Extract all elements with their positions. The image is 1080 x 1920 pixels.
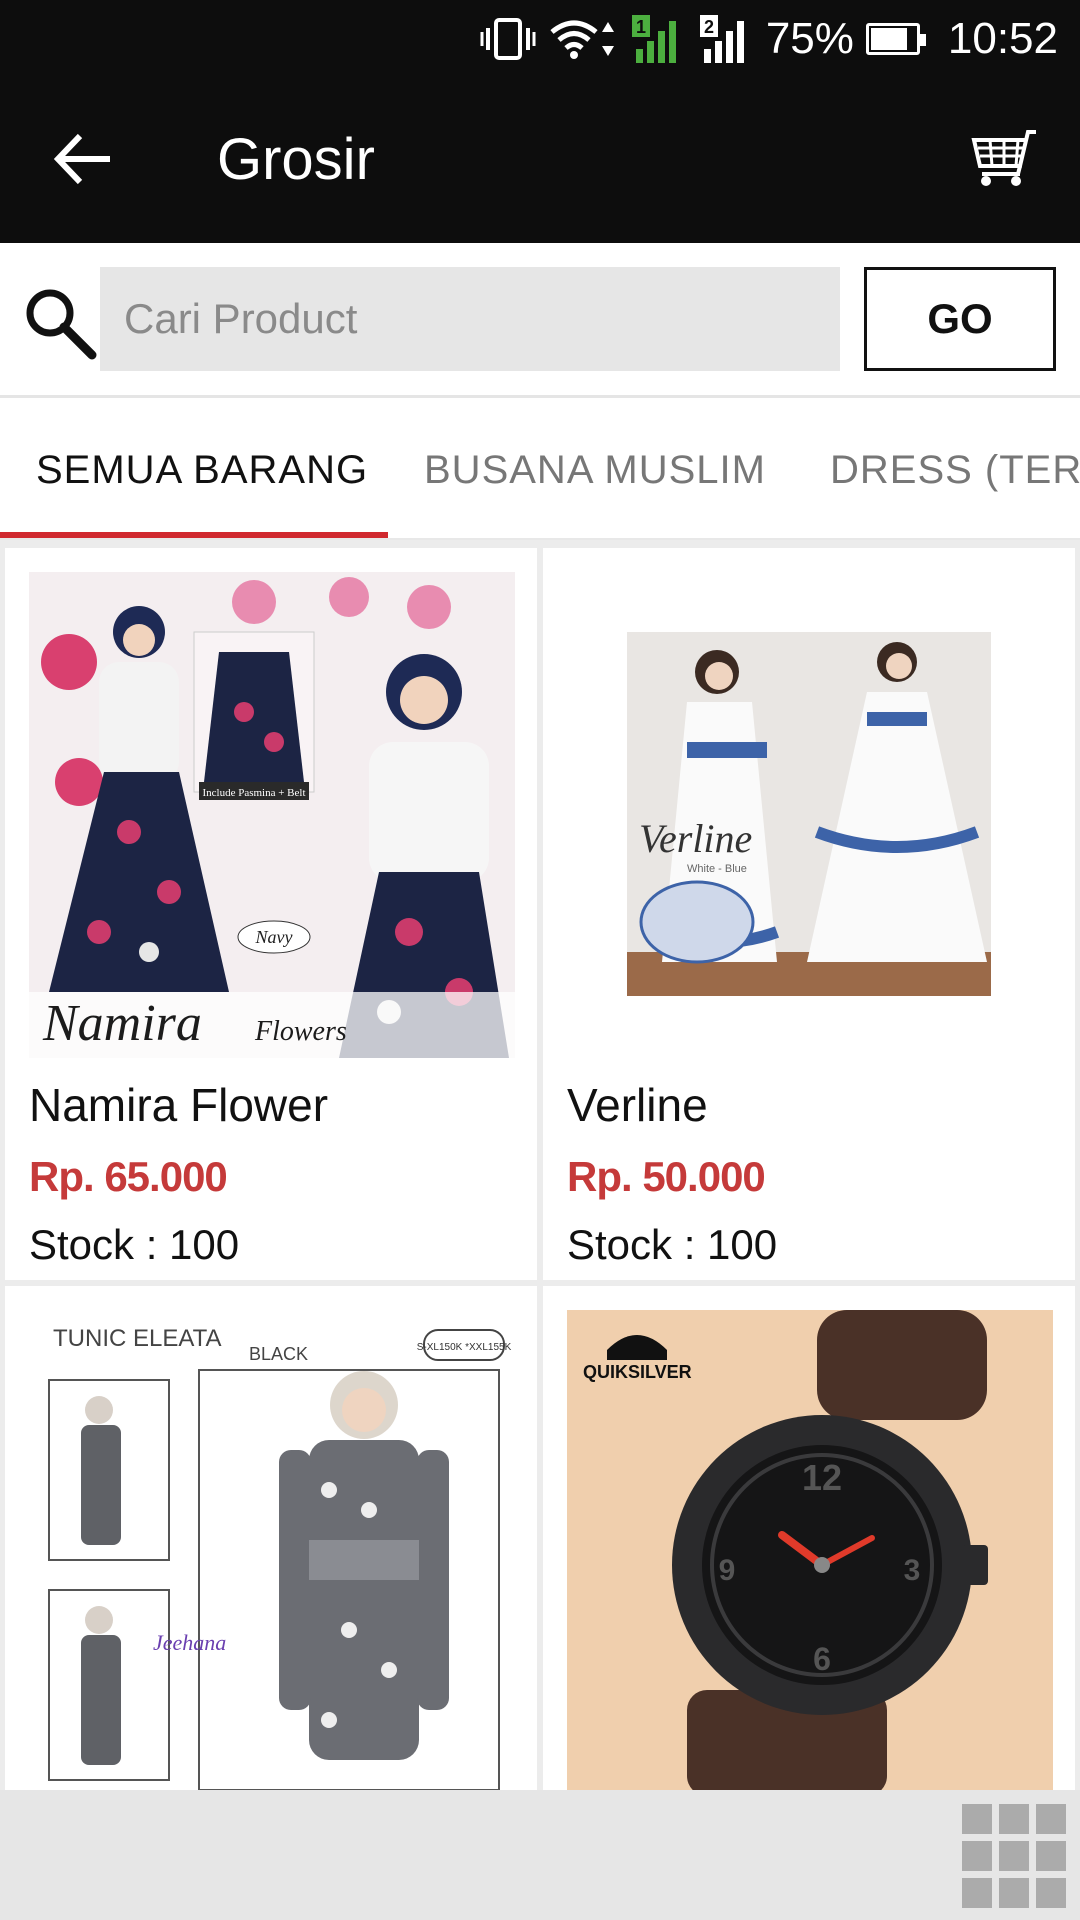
back-button[interactable] — [50, 128, 120, 190]
page-title: Grosir — [217, 127, 375, 192]
image-subtitle: Flowers — [254, 1016, 347, 1047]
product-photo-tunic: TUNIC ELEATA BLACK S-XL150K *XXL155K Jee… — [29, 1310, 515, 1790]
tab-semua-barang[interactable]: SEMUA BARANG — [36, 400, 368, 538]
svg-text:2: 2 — [704, 17, 714, 37]
grid-view-icon[interactable] — [958, 1800, 1070, 1912]
svg-text:1: 1 — [636, 17, 646, 37]
cart-button[interactable] — [970, 128, 1040, 188]
bottom-bar — [0, 1790, 1080, 1920]
product-card[interactable]: Include Pasmina + Belt Navy Namira Flowe… — [5, 548, 537, 1280]
image-subtitle: BLACK — [249, 1344, 308, 1364]
wifi-icon — [550, 20, 614, 59]
arrow-left-icon — [53, 133, 110, 185]
image-badge: Navy — [255, 927, 293, 947]
clock: 10:52 — [947, 14, 1058, 63]
svg-text:3: 3 — [904, 1554, 921, 1587]
sim1-signal-icon: 1 — [631, 15, 676, 63]
product-card[interactable]: Verline White - Blue Verline Rp. 50.000 … — [543, 548, 1075, 1280]
svg-text:12: 12 — [802, 1457, 842, 1498]
product-photo-namira: Include Pasmina + Belt Navy Namira Flowe… — [29, 572, 515, 1058]
app-bar: Grosir — [0, 78, 1080, 243]
shopping-cart-icon — [971, 130, 1036, 186]
search-input[interactable] — [100, 267, 840, 371]
battery-percent: 75% — [765, 14, 854, 63]
svg-text:6: 6 — [813, 1641, 831, 1677]
product-card[interactable]: TUNIC ELEATA BLACK S-XL150K *XXL155K Jee… — [5, 1286, 537, 1790]
search-bar: GO — [0, 243, 1080, 398]
category-tabs: SEMUA BARANG BUSANA MUSLIM DRESS (TERU — [0, 400, 1080, 540]
battery-level — [870, 28, 907, 50]
status-icons: 1 2 75% 10:52 — [480, 0, 1058, 78]
product-name: Namira Flower — [29, 1079, 329, 1131]
product-photo-verline: Verline White - Blue — [627, 632, 991, 996]
active-tab-indicator — [0, 532, 388, 538]
product-photo-watch: 12 9 3 6 QUIKSILVER — [567, 1310, 1053, 1790]
product-image: Verline White - Blue — [627, 632, 991, 996]
product-price: Rp. 50.000 — [567, 1153, 766, 1200]
product-image: Include Pasmina + Belt Navy Namira Flowe… — [29, 572, 515, 1058]
go-button[interactable]: GO — [864, 267, 1056, 371]
product-image: 12 9 3 6 QUIKSILVER — [567, 1310, 1053, 1790]
image-subtitle: White - Blue — [687, 863, 747, 875]
battery-icon — [865, 23, 926, 55]
image-label: Jeehana — [153, 1630, 226, 1655]
vibrate-icon — [480, 18, 536, 60]
product-name: Verline — [567, 1079, 708, 1131]
image-title: Namira — [42, 995, 202, 1052]
image-title: Verline — [639, 816, 752, 861]
tab-dress[interactable]: DRESS (TERU — [830, 400, 1080, 538]
product-stock: Stock : 100 — [29, 1221, 240, 1268]
svg-text:9: 9 — [719, 1554, 736, 1587]
sim2-signal-icon: 2 — [699, 15, 744, 63]
product-price: Rp. 65.000 — [29, 1153, 228, 1200]
image-title: QUIKSILVER — [583, 1362, 692, 1382]
image-badge: S-XL150K *XXL155K — [417, 1342, 512, 1353]
product-image: TUNIC ELEATA BLACK S-XL150K *XXL155K Jee… — [29, 1310, 515, 1790]
product-stock: Stock : 100 — [567, 1221, 778, 1268]
image-label: Include Pasmina + Belt — [202, 787, 305, 799]
status-bar: 1 2 75% 10:52 — [0, 0, 1080, 78]
search-icon — [26, 289, 97, 360]
product-card[interactable]: 12 9 3 6 QUIKSILVER — [543, 1286, 1075, 1790]
image-title: TUNIC ELEATA — [53, 1325, 221, 1352]
tab-busana-muslim[interactable]: BUSANA MUSLIM — [424, 400, 766, 538]
product-grid: Include Pasmina + Belt Navy Namira Flowe… — [0, 540, 1080, 1790]
